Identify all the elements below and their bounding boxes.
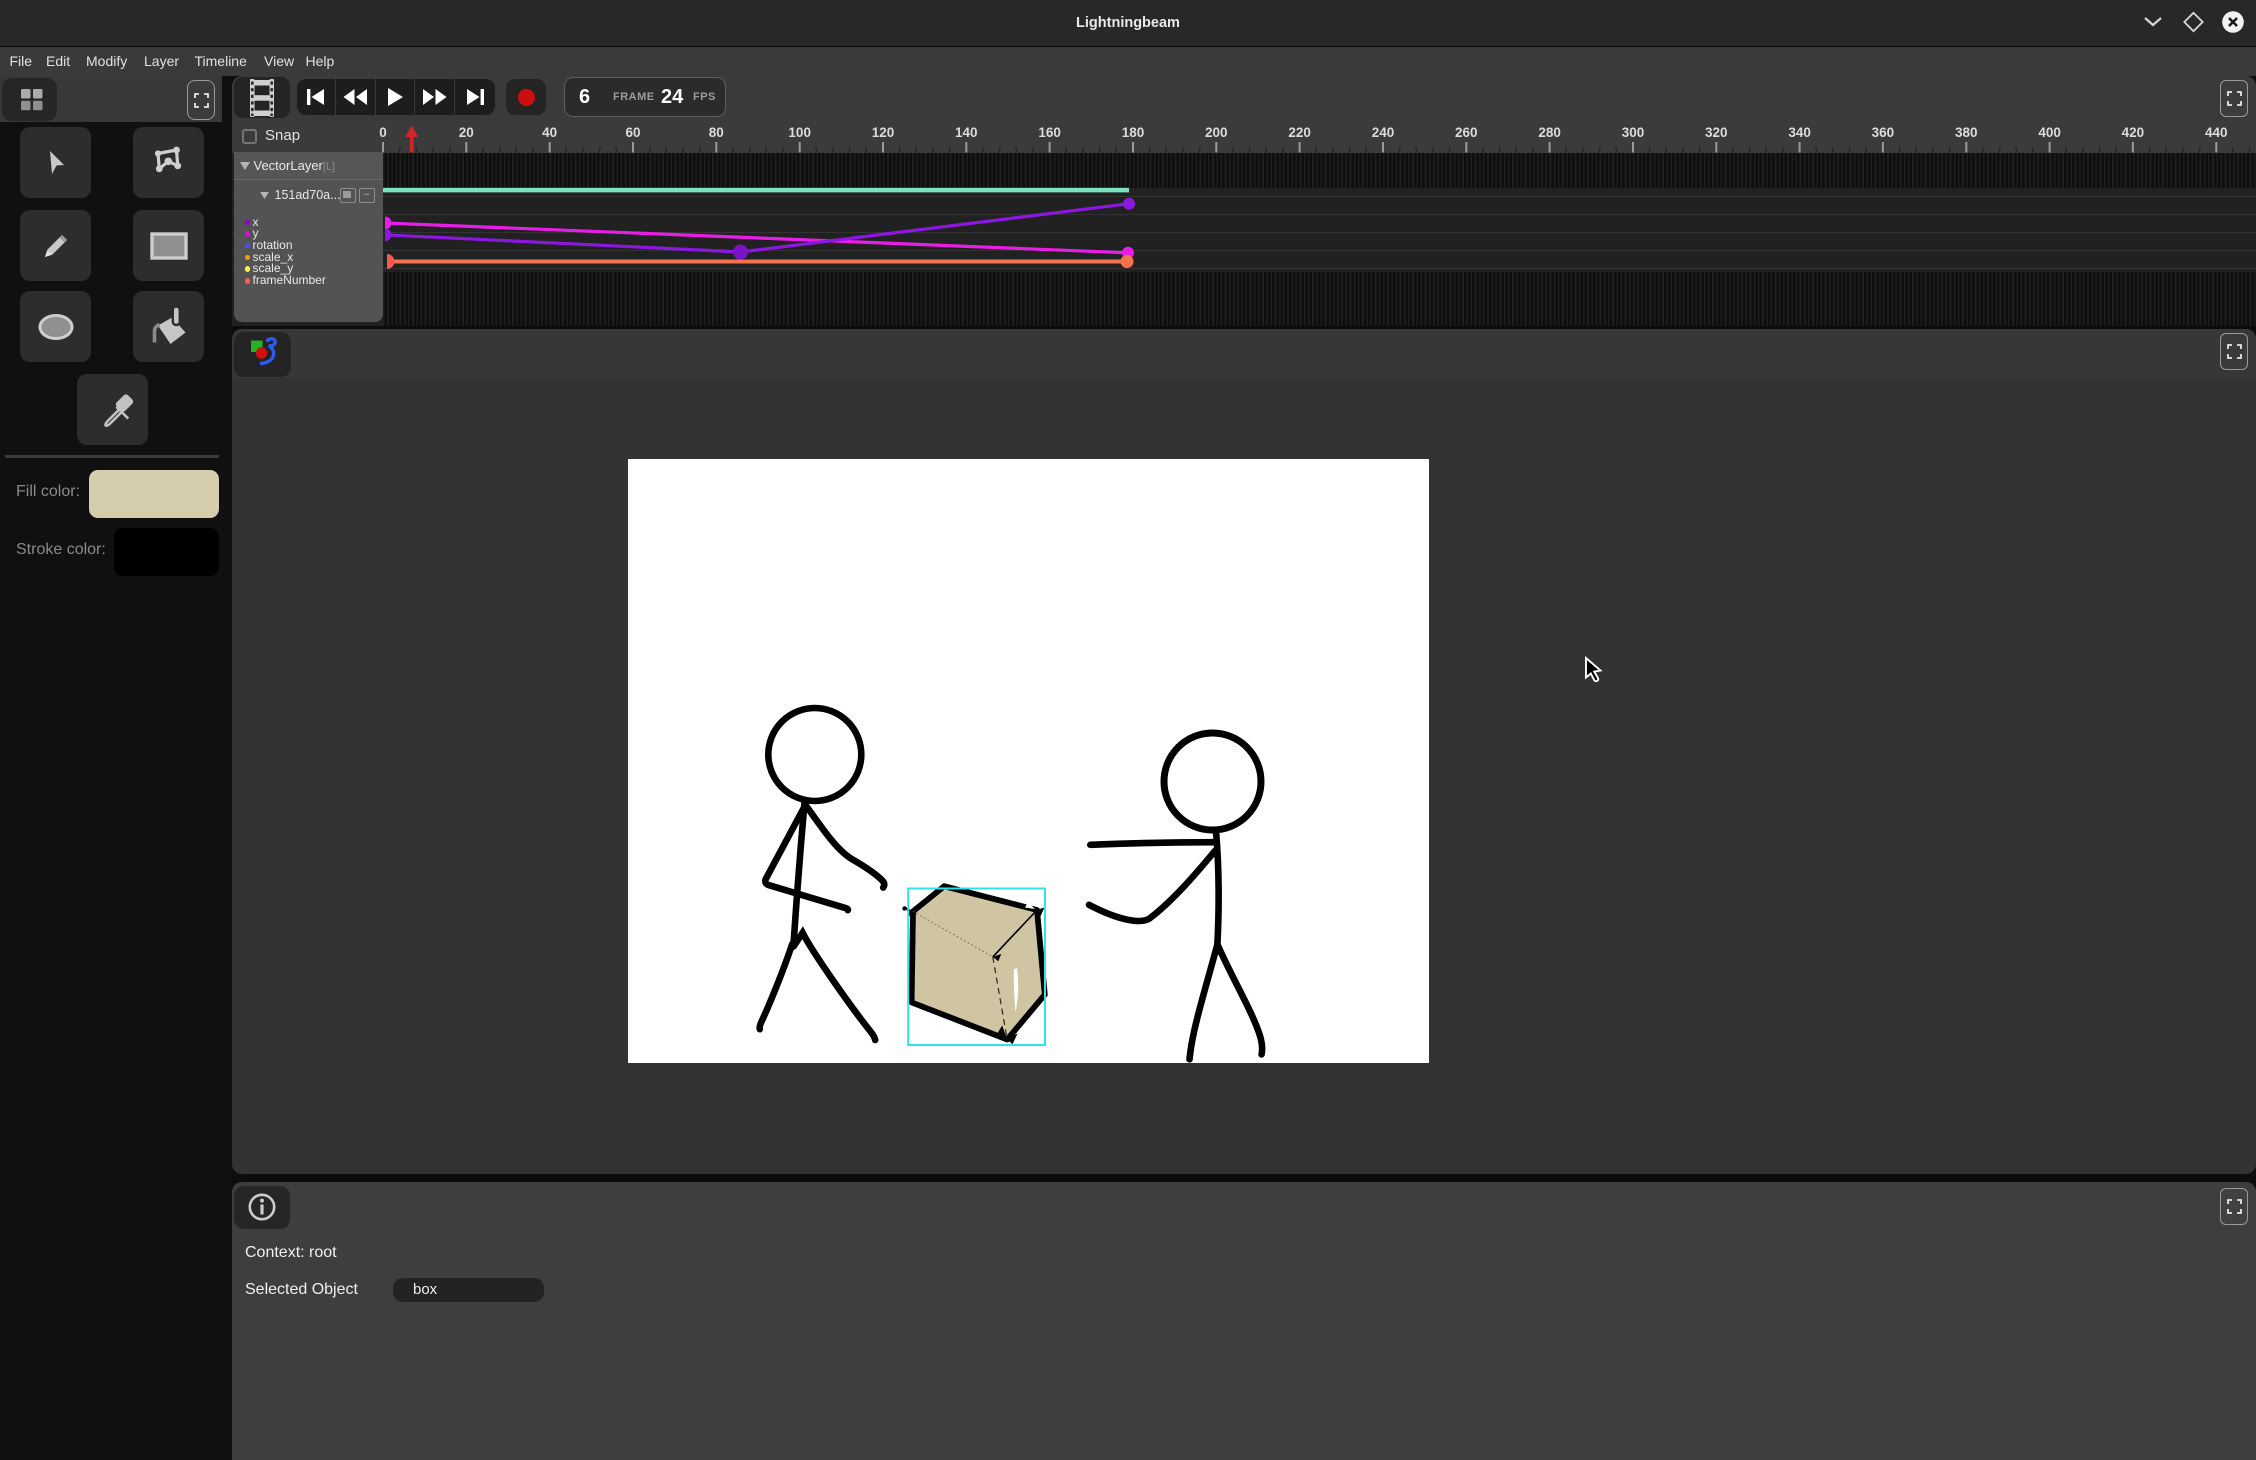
svg-text:280: 280 (1538, 125, 1561, 140)
svg-text:200: 200 (1205, 125, 1228, 140)
svg-text:400: 400 (2038, 125, 2061, 140)
svg-text:300: 300 (1622, 125, 1645, 140)
svg-text:240: 240 (1372, 125, 1395, 140)
svg-text:100: 100 (788, 125, 811, 140)
svg-text:180: 180 (1122, 125, 1145, 140)
svg-text:360: 360 (1872, 125, 1895, 140)
svg-text:80: 80 (709, 125, 724, 140)
svg-text:40: 40 (542, 125, 557, 140)
svg-text:60: 60 (625, 125, 640, 140)
svg-text:0: 0 (379, 125, 387, 140)
svg-text:140: 140 (955, 125, 978, 140)
svg-text:220: 220 (1288, 125, 1311, 140)
svg-text:320: 320 (1705, 125, 1728, 140)
svg-text:260: 260 (1455, 125, 1478, 140)
svg-text:160: 160 (1038, 125, 1061, 140)
svg-text:20: 20 (459, 125, 474, 140)
svg-text:380: 380 (1955, 125, 1978, 140)
svg-text:340: 340 (1788, 125, 1811, 140)
svg-text:440: 440 (2205, 125, 2228, 140)
svg-text:420: 420 (2122, 125, 2145, 140)
svg-text:120: 120 (872, 125, 895, 140)
